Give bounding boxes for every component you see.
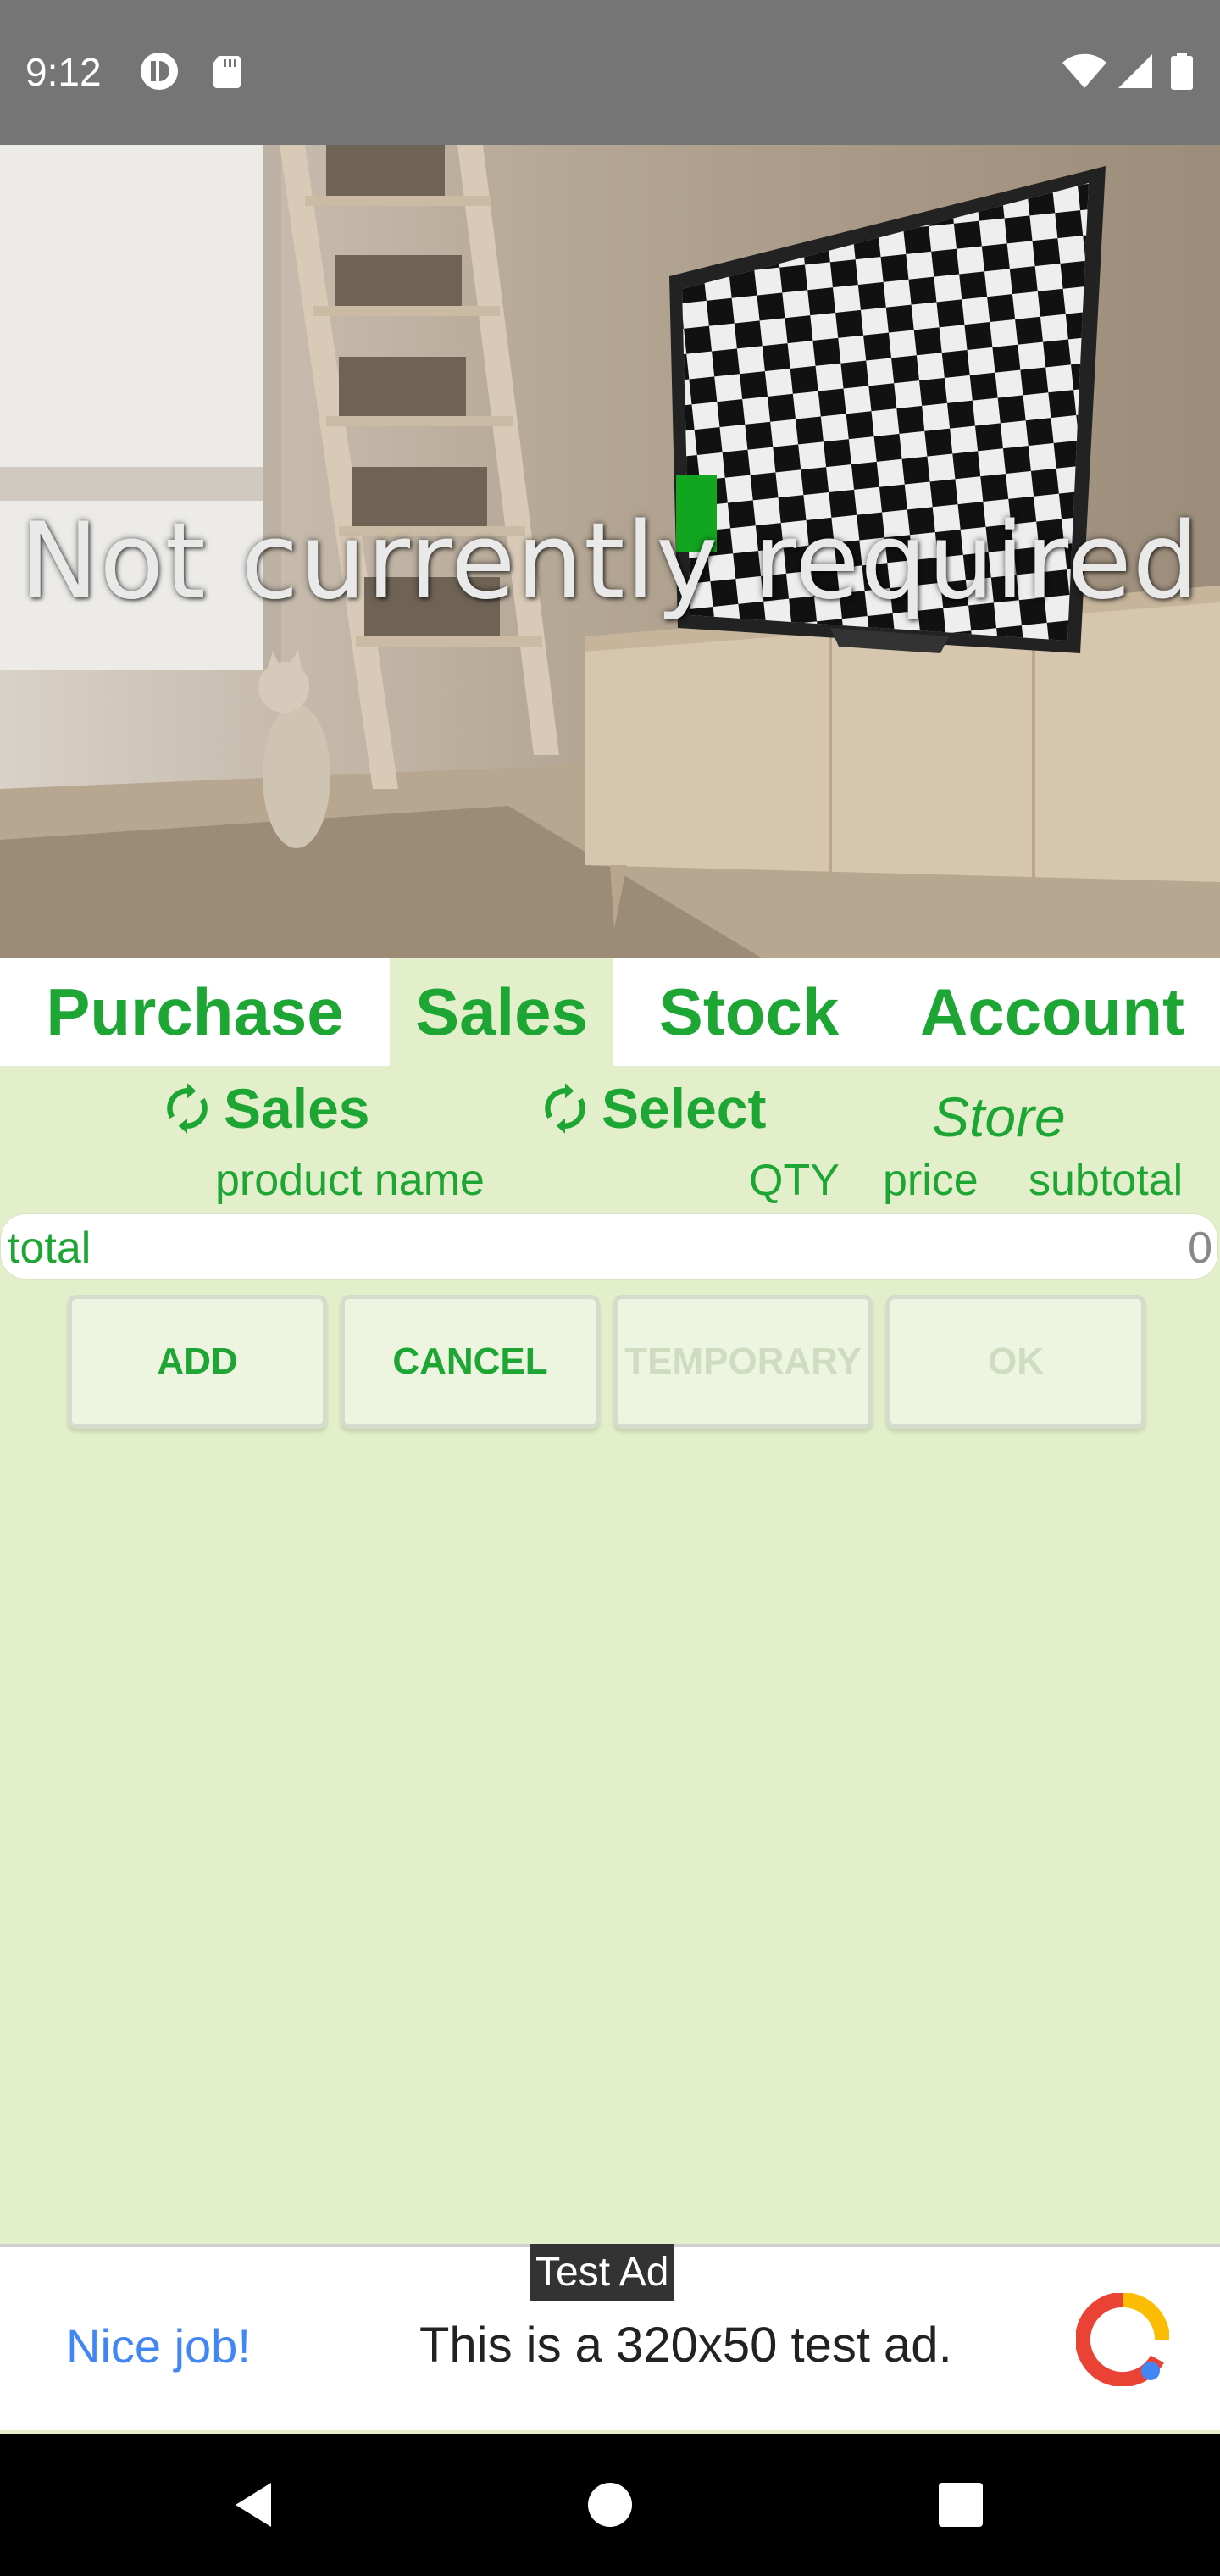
status-bar: 9:12 xyxy=(0,0,1220,145)
system-nav-bar xyxy=(0,2434,1220,2576)
select-refresh-label: Select xyxy=(602,1077,767,1140)
recents-icon[interactable] xyxy=(927,2471,995,2539)
sales-refresh-label: Sales xyxy=(224,1077,370,1140)
total-value: 0 xyxy=(1188,1224,1212,1273)
ad-tag: Test Ad xyxy=(530,2244,674,2301)
sd-card-icon xyxy=(214,56,241,88)
hero-caption: Not currently required xyxy=(19,501,1201,623)
home-icon[interactable] xyxy=(576,2471,644,2539)
total-row: total 0 xyxy=(0,1213,1218,1280)
column-header-price: price xyxy=(883,1156,979,1205)
hero-banner-image: Not currently required xyxy=(0,145,1220,958)
tab-purchase[interactable]: Purchase xyxy=(0,958,390,1066)
back-icon[interactable] xyxy=(220,2471,288,2539)
temporary-button[interactable]: TEMPORARY xyxy=(613,1295,873,1429)
tab-stock[interactable]: Stock xyxy=(613,958,884,1066)
refresh-icon xyxy=(545,1083,585,1134)
cancel-button[interactable]: CANCEL xyxy=(341,1295,600,1429)
tab-account[interactable]: Account xyxy=(884,958,1220,1066)
tab-bar: Purchase Sales Stock Account xyxy=(0,958,1220,1066)
battery-icon xyxy=(1171,53,1193,90)
store-label[interactable]: Store xyxy=(932,1085,1066,1149)
tab-sales[interactable]: Sales xyxy=(390,958,613,1066)
sales-refresh-button[interactable]: Sales xyxy=(161,1066,369,1151)
ad-banner[interactable]: Test Ad Nice job! This is a 320x50 test … xyxy=(0,2244,1220,2430)
select-refresh-button[interactable]: Select xyxy=(539,1066,766,1151)
ad-network-logo-icon xyxy=(1076,2293,1169,2386)
sales-sub-header: Sales Select Store product name QTY pric… xyxy=(0,1066,1220,1210)
ad-text: This is a 320x50 test ad. xyxy=(419,2318,952,2373)
mobile-data-saver-icon xyxy=(141,53,178,90)
status-time: 9:12 xyxy=(25,50,102,94)
cell-signal-icon xyxy=(1118,54,1152,88)
ok-button[interactable]: OK xyxy=(886,1295,1145,1429)
wifi-icon xyxy=(1062,53,1106,88)
ad-cta[interactable]: Nice job! xyxy=(66,2318,251,2373)
refresh-icon xyxy=(167,1083,208,1134)
column-header-product-name: product name xyxy=(215,1156,485,1205)
add-button[interactable]: ADD xyxy=(68,1295,327,1429)
column-header-qty: QTY xyxy=(749,1156,840,1205)
column-header-subtotal: subtotal xyxy=(1029,1156,1184,1205)
total-label: total xyxy=(8,1224,92,1273)
